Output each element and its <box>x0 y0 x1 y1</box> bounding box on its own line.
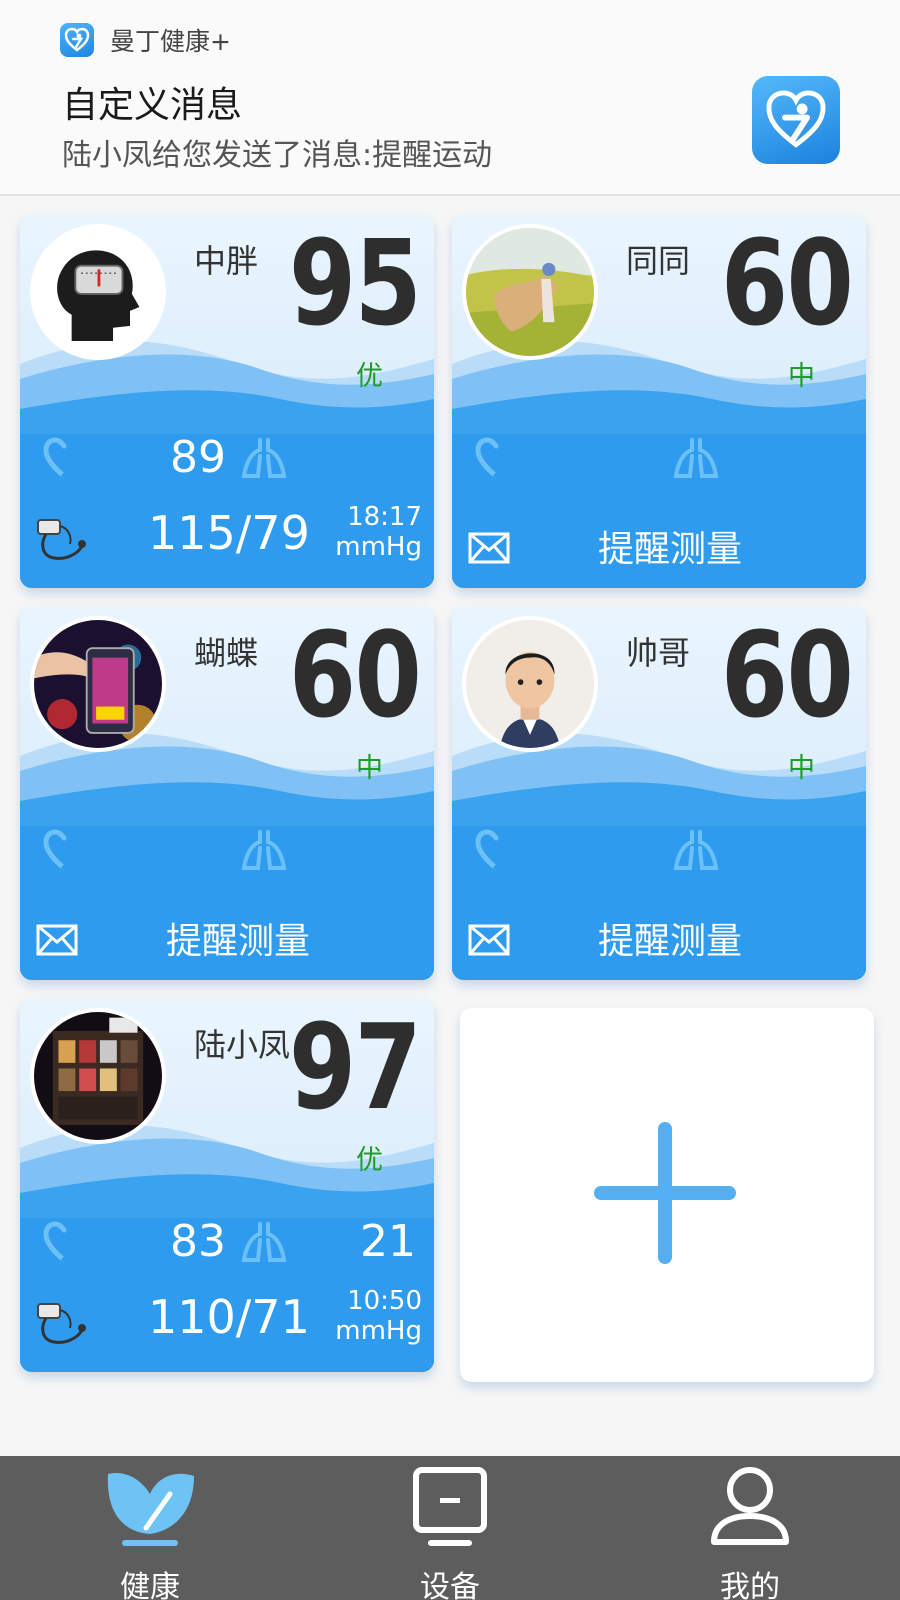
heart-rate-value: 83 <box>170 1216 226 1267</box>
health-score: 60 <box>288 606 422 744</box>
member-name: 中胖 <box>194 242 259 280</box>
health-score: 95 <box>288 214 422 352</box>
pressure-unit: mmHg <box>335 1316 422 1346</box>
lungs-icon <box>241 830 287 870</box>
member-name: 蝴蝶 <box>194 634 259 672</box>
notification-banner[interactable]: 曼丁健康+ 自定义消息 陆小凤给您发送了消息:提醒运动 <box>0 0 900 196</box>
heart-rate-value: 89 <box>170 432 226 483</box>
nav-tab-device[interactable]: 设备 <box>300 1456 600 1600</box>
app-logo-icon <box>752 76 840 164</box>
avatar[interactable] <box>30 224 166 360</box>
member-name: 陆小凤 <box>194 1026 291 1064</box>
health-grade: 中 <box>788 753 815 784</box>
blood-pressure-value: 110/71 <box>148 1290 310 1344</box>
nav-label: 设备 <box>420 1570 480 1600</box>
lungs-icon <box>673 438 719 478</box>
lungs-icon <box>241 438 287 478</box>
measure-time: 18:17 <box>347 502 422 532</box>
nav-tab-health[interactable]: 健康 <box>0 1456 300 1600</box>
health-score: 60 <box>720 214 854 352</box>
health-score: 60 <box>720 606 854 744</box>
member-card[interactable]: 中胖 95 优 89 115/79 18:17 mmHg <box>20 214 434 588</box>
health-grade: 中 <box>788 361 815 392</box>
profile-icon <box>711 1467 789 1545</box>
health-grade: 中 <box>356 753 383 784</box>
health-leaf-icon <box>107 1472 194 1546</box>
nav-tab-profile[interactable]: 我的 <box>600 1456 900 1600</box>
nav-label: 我的 <box>720 1570 780 1600</box>
member-card[interactable]: 同同 60 中 提醒测量 <box>452 214 866 588</box>
heart-icon <box>43 437 79 479</box>
member-name: 帅哥 <box>626 634 691 672</box>
avatar[interactable] <box>462 616 598 752</box>
pressure-unit: mmHg <box>335 532 422 562</box>
notification-title: 自定义消息 <box>62 85 243 126</box>
heart-icon <box>43 1221 79 1263</box>
lungs-icon <box>673 830 719 870</box>
health-grade: 优 <box>356 361 383 392</box>
health-score: 97 <box>288 998 422 1136</box>
remind-measure-button[interactable]: 提醒测量 <box>598 520 742 572</box>
plus-icon <box>594 1122 736 1264</box>
member-name: 同同 <box>626 242 691 280</box>
health-grade: 优 <box>356 1145 383 1176</box>
mail-icon <box>468 924 510 956</box>
add-member-card[interactable] <box>460 1008 874 1382</box>
avatar[interactable] <box>30 1008 166 1144</box>
blood-pressure-value: 115/79 <box>148 506 310 560</box>
avatar[interactable] <box>30 616 166 752</box>
blood-pressure-monitor-icon <box>37 1303 86 1344</box>
remind-measure-button[interactable]: 提醒测量 <box>166 912 310 964</box>
lungs-icon <box>241 1222 287 1262</box>
remind-measure-button[interactable]: 提醒测量 <box>598 912 742 964</box>
member-card[interactable]: 陆小凤 97 优 83 21 110/71 10:50 mmHg <box>20 998 434 1372</box>
respiration-value: 21 <box>360 1216 416 1267</box>
avatar[interactable] <box>462 224 598 360</box>
member-card[interactable]: 蝴蝶 60 中 提醒测量 <box>20 606 434 980</box>
mail-icon <box>468 532 510 564</box>
mail-icon <box>36 924 78 956</box>
member-card[interactable]: 帅哥 60 中 提醒测量 <box>452 606 866 980</box>
heart-icon <box>475 437 511 479</box>
bottom-navigation: 健康 设备 我的 <box>0 1456 900 1600</box>
measure-time: 10:50 <box>347 1286 422 1316</box>
app-logo-small-icon <box>60 23 94 57</box>
nav-label: 健康 <box>120 1570 180 1600</box>
blood-pressure-monitor-icon <box>37 519 86 560</box>
device-icon <box>413 1467 487 1546</box>
heart-icon <box>475 829 511 871</box>
notification-body: 陆小凤给您发送了消息:提醒运动 <box>62 138 493 173</box>
notification-app-row: 曼丁健康+ <box>60 22 231 58</box>
app-name: 曼丁健康+ <box>110 27 231 56</box>
heart-icon <box>43 829 79 871</box>
